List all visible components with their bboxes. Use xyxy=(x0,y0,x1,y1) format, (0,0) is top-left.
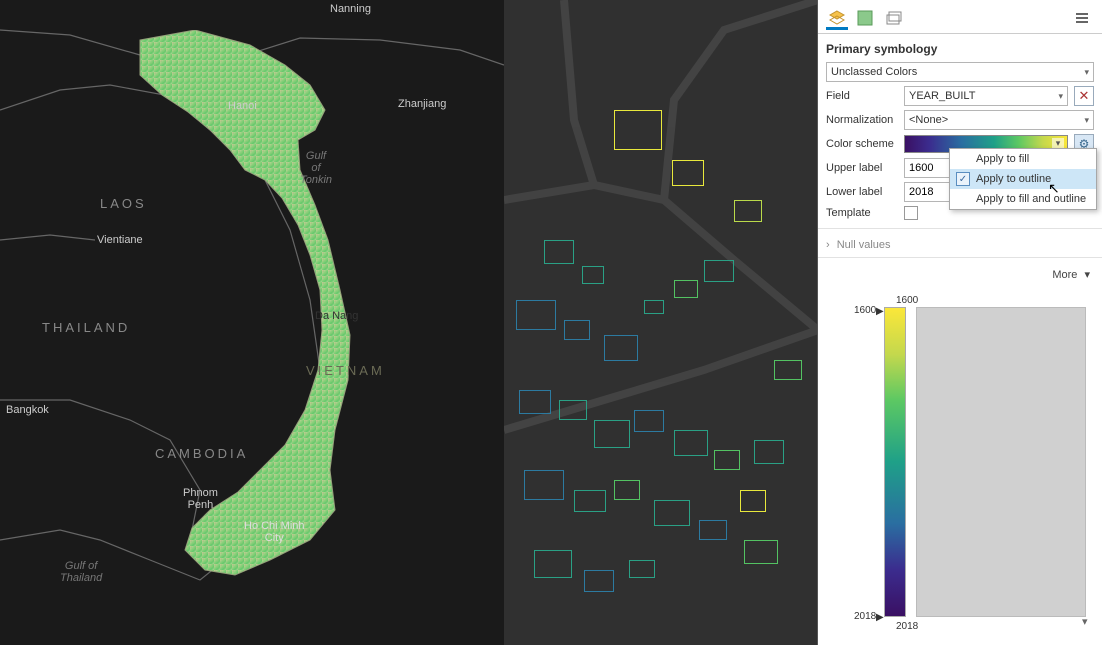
menu-apply-to-both-label: Apply to fill and outline xyxy=(976,193,1086,205)
menu-button[interactable] xyxy=(1074,10,1094,29)
template-swatch[interactable] xyxy=(904,206,918,220)
menu-apply-to-fill-label: Apply to fill xyxy=(976,153,1029,165)
colorscheme-context-menu: Apply to fill ✓ Apply to outline Apply t… xyxy=(949,148,1097,210)
upper-label-label: Upper label xyxy=(826,162,898,174)
tab-primary-symbology[interactable] xyxy=(826,8,848,30)
normalization-label: Normalization xyxy=(826,114,898,126)
template-label: Template xyxy=(826,207,898,219)
spacer xyxy=(956,152,970,166)
more-menu[interactable]: More ▾ xyxy=(818,258,1102,291)
field-dropdown[interactable]: YEAR_BUILT xyxy=(904,86,1068,106)
x-icon: ✕ xyxy=(1079,88,1090,104)
histogram-upper-handle-label: 1600 xyxy=(854,305,876,316)
symbology-type-value: Unclassed Colors xyxy=(831,66,917,78)
menu-apply-to-outline[interactable]: ✓ Apply to outline xyxy=(950,169,1096,189)
section-title: Primary symbology xyxy=(818,34,1102,60)
palette-icon xyxy=(856,9,874,27)
menu-apply-to-fill[interactable]: Apply to fill xyxy=(950,149,1096,169)
expression-button[interactable]: ✕ xyxy=(1074,86,1094,106)
histogram-resize-icon[interactable]: ▾ xyxy=(1082,615,1088,628)
triangle-upper-icon[interactable]: ▶ xyxy=(876,306,884,317)
histogram-lower-handle-label: 2018 xyxy=(854,611,876,622)
menu-apply-to-both[interactable]: Apply to fill and outline xyxy=(950,189,1096,209)
normalization-value: <None> xyxy=(909,114,948,126)
tab-symbol-layers[interactable] xyxy=(882,8,904,30)
layers-icon xyxy=(884,9,902,27)
checkmark-icon: ✓ xyxy=(956,172,970,186)
color-ramp-vertical[interactable] xyxy=(884,307,906,617)
more-label: More xyxy=(1052,269,1077,281)
triangle-lower-icon[interactable]: ▶ xyxy=(876,612,884,623)
menu-apply-to-outline-label: Apply to outline xyxy=(976,173,1051,185)
symbology-type-dropdown[interactable]: Unclassed Colors xyxy=(826,62,1094,82)
field-label: Field xyxy=(826,90,898,102)
null-values-label: Null values xyxy=(837,239,891,251)
histogram-box[interactable] xyxy=(916,307,1086,617)
symbology-panel: Primary symbology Unclassed Colors Field… xyxy=(818,0,1102,645)
field-value: YEAR_BUILT xyxy=(909,90,975,102)
normalization-dropdown[interactable]: <None> xyxy=(904,110,1094,130)
lower-label-label: Lower label xyxy=(826,186,898,198)
layer-icon xyxy=(828,9,846,27)
colorscheme-label: Color scheme xyxy=(826,138,898,150)
hamburger-icon xyxy=(1074,10,1090,26)
map-overview-pane[interactable]: Nanning Hanoi Zhanjiang Vientiane Da Nan… xyxy=(0,0,504,645)
tab-vary-symbology[interactable] xyxy=(854,8,876,30)
chevron-right-icon: › xyxy=(826,239,830,251)
histogram-bottom-tick: 2018 xyxy=(896,621,918,632)
histogram: 1600 1600 ▶ 2018 ▶ 2018 ▾ xyxy=(826,295,1094,635)
null-values-toggle[interactable]: › Null values xyxy=(818,228,1102,258)
spacer xyxy=(956,192,970,206)
map-detail-pane[interactable] xyxy=(504,0,818,645)
histogram-top-tick: 1600 xyxy=(896,295,918,306)
tab-bar xyxy=(818,0,1102,34)
chevron-down-icon: ▾ xyxy=(1084,269,1090,281)
